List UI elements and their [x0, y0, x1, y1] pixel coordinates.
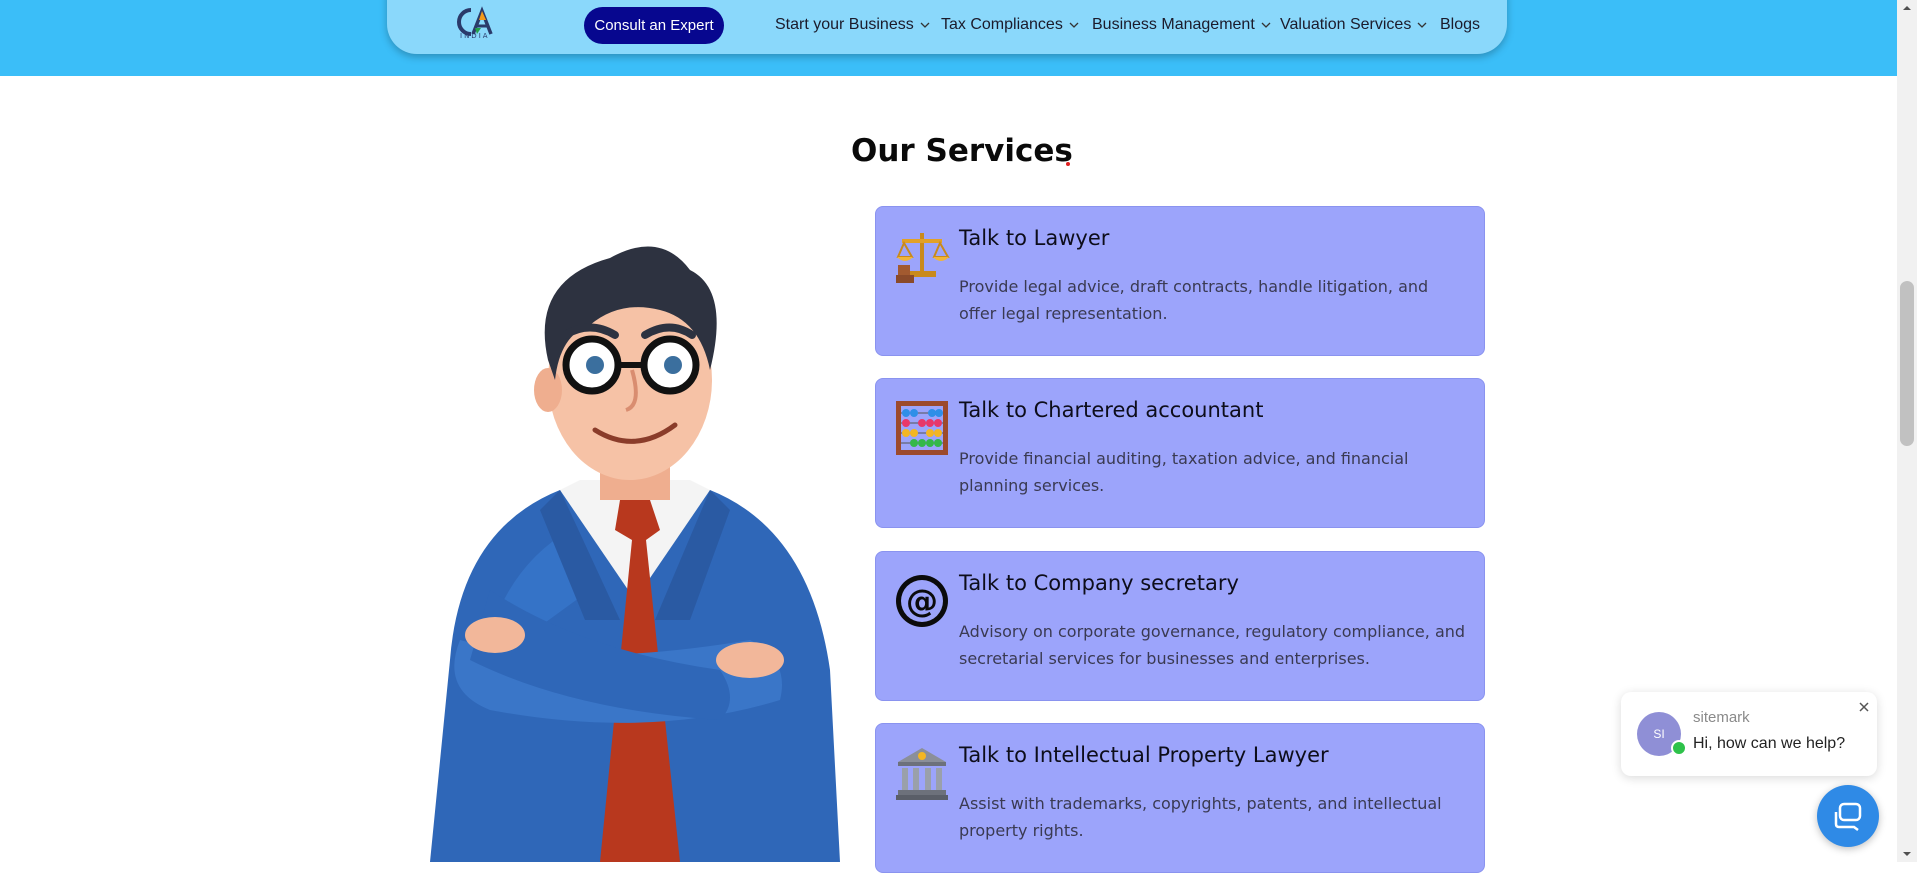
at-sign-icon: @ [896, 575, 948, 627]
nav-label: Valuation Services [1280, 16, 1412, 33]
nav-label: Blogs [1440, 16, 1481, 33]
chat-popup[interactable]: SI sitemark Hi, how can we help? [1621, 692, 1877, 776]
scroll-up-arrow-icon[interactable] [1902, 4, 1912, 12]
nav-label: Start your Business [775, 16, 914, 33]
page-scrollbar[interactable] [1897, 0, 1917, 862]
service-card-company-secretary[interactable]: @ Talk to Company secretary Advisory on … [875, 551, 1485, 701]
scroll-down-arrow-icon[interactable] [1902, 850, 1912, 858]
chat-agent-name: sitemark [1693, 709, 1750, 726]
card-description: Provide legal advice, draft contracts, h… [959, 277, 1429, 323]
card-title: Talk to Chartered accountant [959, 398, 1264, 422]
card-title: Talk to Lawyer [959, 226, 1110, 250]
abacus-icon [896, 401, 948, 455]
chat-greeting: Hi, how can we help? [1693, 735, 1846, 752]
service-card-ip-lawyer[interactable]: Talk to Intellectual Property Lawyer Ass… [875, 723, 1485, 873]
services-heading: Our Services [851, 133, 1073, 169]
online-status-indicator [1671, 740, 1687, 756]
consult-expert-button[interactable]: Consult an Expert [584, 7, 724, 44]
card-title: Talk to Intellectual Property Lawyer [959, 743, 1329, 767]
chevron-down-icon [1261, 22, 1271, 28]
service-card-chartered-accountant[interactable]: Talk to Chartered accountant Provide fin… [875, 378, 1485, 528]
chevron-down-icon [1069, 22, 1079, 28]
chat-bubbles-icon [1834, 802, 1862, 831]
bank-building-icon [896, 748, 948, 800]
close-icon[interactable] [1857, 700, 1871, 714]
card-description: Assist with trademarks, copyrights, pate… [959, 794, 1442, 840]
nav-valuation-services[interactable]: Valuation Services [1280, 14, 1427, 36]
chevron-down-icon [920, 22, 930, 28]
svg-text:@: @ [906, 582, 938, 620]
card-title: Talk to Company secretary [959, 571, 1239, 595]
scales-of-justice-icon [896, 233, 950, 283]
card-description: Advisory on corporate governance, regula… [959, 622, 1466, 668]
nav-blogs[interactable]: Blogs [1440, 14, 1480, 36]
decorative-dot [1066, 162, 1070, 166]
scrollbar-thumb[interactable] [1900, 281, 1914, 446]
nav-tax-compliances[interactable]: Tax Compliances [941, 14, 1079, 36]
chat-launcher-button[interactable] [1817, 785, 1879, 847]
nav-label: Tax Compliances [941, 16, 1063, 33]
nav-label: Business Management [1092, 16, 1255, 33]
logo-subtext: INDIA [460, 32, 490, 40]
nav-business-management[interactable]: Business Management [1092, 14, 1271, 36]
chevron-down-icon [1417, 22, 1427, 28]
nav-start-your-business[interactable]: Start your Business [775, 14, 930, 36]
service-card-lawyer[interactable]: Talk to Lawyer Provide legal advice, dra… [875, 206, 1485, 356]
card-description: Provide financial auditing, taxation adv… [959, 449, 1409, 495]
businessman-illustration [430, 246, 840, 862]
